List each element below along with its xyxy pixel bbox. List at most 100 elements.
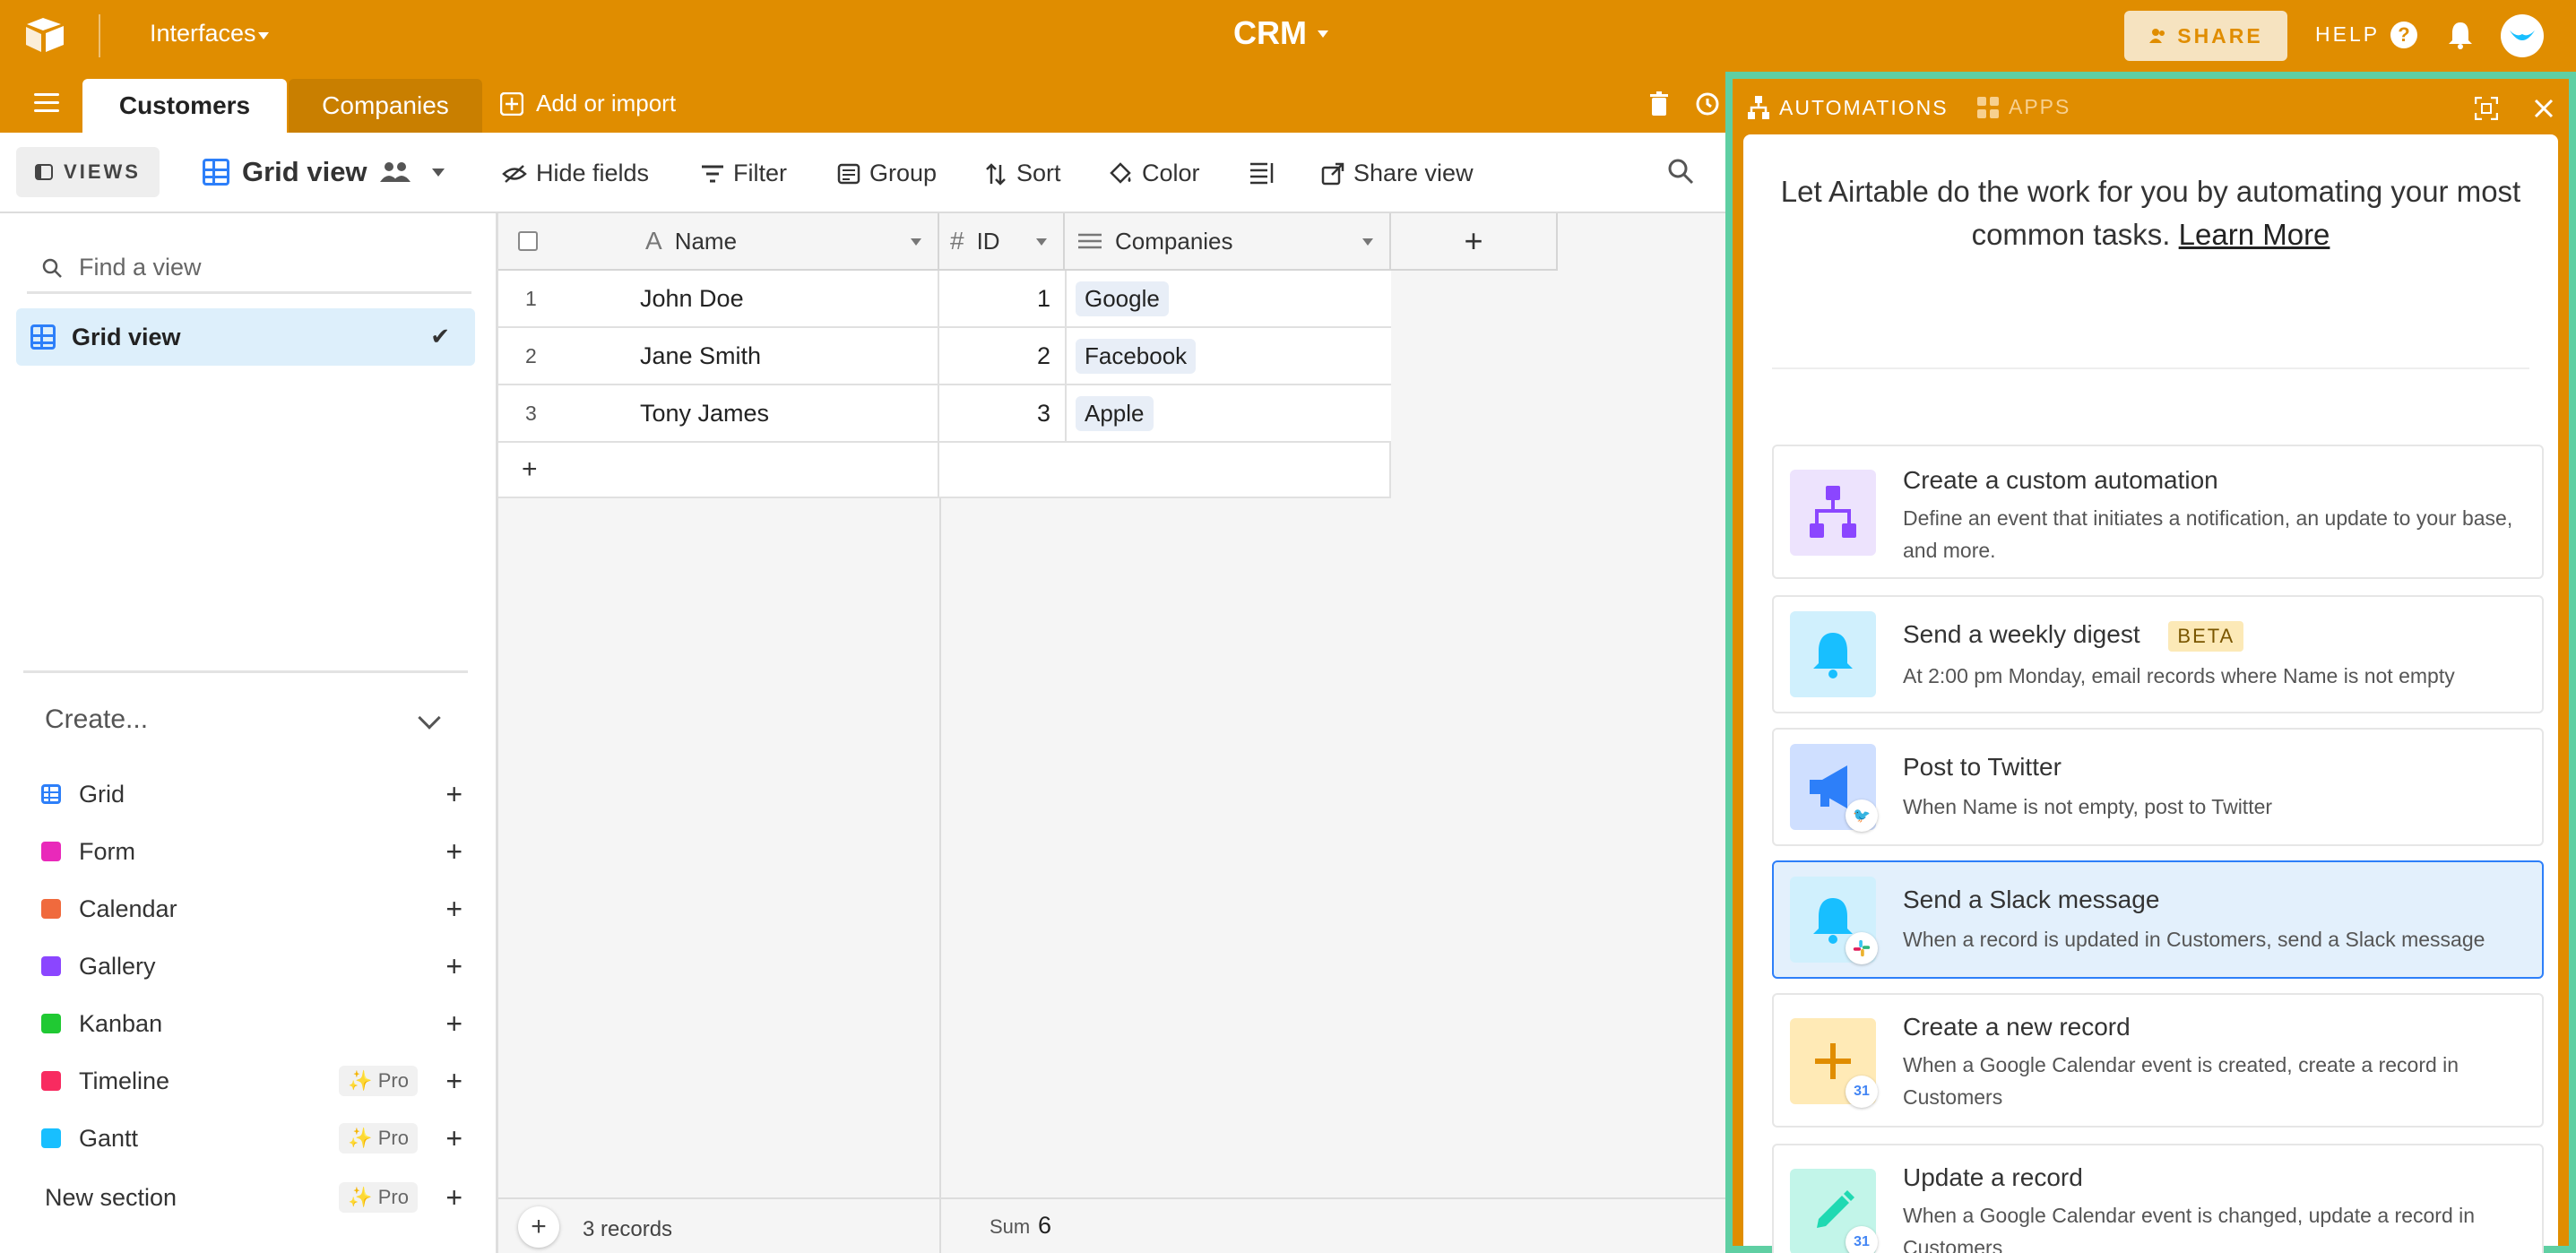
create-timeline-item[interactable]: Timeline ✨ Pro + xyxy=(41,1063,462,1099)
sort-icon xyxy=(986,162,1006,186)
caret-down-icon[interactable] xyxy=(1036,238,1047,246)
sort-button[interactable]: Sort xyxy=(984,160,1061,187)
create-item-label: Form xyxy=(79,837,135,865)
hide-fields-button[interactable]: Hide fields xyxy=(502,160,649,187)
column-header-companies[interactable]: Companies xyxy=(1065,213,1391,271)
gantt-icon xyxy=(41,1128,61,1148)
summary-label[interactable]: Sum xyxy=(990,1215,1030,1239)
cell-name[interactable]: Tony James xyxy=(640,400,769,428)
add-field-button[interactable]: + xyxy=(1391,213,1558,271)
pro-badge: ✨ Pro xyxy=(339,1123,418,1154)
cell-id[interactable]: 3 xyxy=(939,385,1065,443)
current-view-selector[interactable]: Grid view xyxy=(203,156,445,188)
views-toggle-button[interactable]: VIEWS xyxy=(16,147,160,197)
tab-apps[interactable]: APPS xyxy=(1976,95,2070,119)
add-icon[interactable]: + xyxy=(445,1065,462,1098)
airtable-logo[interactable] xyxy=(23,16,66,56)
automation-card-update-record[interactable]: 31 Update a record When a Google Calenda… xyxy=(1772,1144,2544,1253)
add-icon[interactable]: + xyxy=(445,1007,462,1041)
create-gallery-item[interactable]: Gallery + xyxy=(41,948,462,984)
caret-down-icon[interactable] xyxy=(1362,238,1373,246)
add-icon[interactable]: + xyxy=(445,835,462,868)
learn-more-link[interactable]: Learn More xyxy=(2179,218,2330,251)
automation-card-twitter[interactable]: 🐦 Post to Twitter When Name is not empty… xyxy=(1772,728,2544,846)
column-header-id[interactable]: # ID xyxy=(939,213,1065,271)
hide-fields-icon xyxy=(502,164,527,183)
tab-automations[interactable]: AUTOMATIONS xyxy=(1747,95,1949,120)
caret-down-icon[interactable] xyxy=(258,32,269,39)
row-height-icon[interactable] xyxy=(1249,161,1275,185)
cell-id[interactable]: 1 xyxy=(939,271,1065,328)
automation-card-weekly-digest[interactable]: Send a weekly digest BETA At 2:00 pm Mon… xyxy=(1772,595,2544,713)
grid-view-icon xyxy=(30,324,56,350)
create-calendar-item[interactable]: Calendar + xyxy=(41,891,462,927)
share-view-button[interactable]: Share view xyxy=(1321,160,1474,187)
trash-icon[interactable] xyxy=(1649,91,1669,117)
cell-name[interactable]: John Doe xyxy=(640,285,744,313)
grid-view-icon xyxy=(203,159,229,186)
history-icon[interactable] xyxy=(1694,91,1719,117)
group-button[interactable]: Group xyxy=(837,160,937,187)
notifications-bell-icon[interactable] xyxy=(2447,20,2474,50)
help-link[interactable]: HELP xyxy=(2315,22,2380,47)
expand-icon[interactable] xyxy=(2475,97,2498,120)
add-record-row-fill[interactable] xyxy=(939,443,1391,498)
add-icon[interactable]: + xyxy=(445,893,462,926)
menu-icon[interactable] xyxy=(34,93,59,113)
create-kanban-item[interactable]: Kanban + xyxy=(41,1006,462,1041)
search-icon[interactable] xyxy=(1667,158,1694,185)
create-gantt-item[interactable]: Gantt ✨ Pro + xyxy=(41,1120,462,1156)
caret-down-icon[interactable] xyxy=(911,238,921,246)
bird-icon xyxy=(2510,30,2535,40)
cell-companies[interactable]: Apple xyxy=(1065,385,1391,443)
automation-card-create-record[interactable]: 31 Create a new record When a Google Cal… xyxy=(1772,993,2544,1128)
cell-companies[interactable]: Google xyxy=(1065,271,1391,328)
sidebar-item-grid-view[interactable]: Grid view ✔ xyxy=(16,308,475,366)
color-button[interactable]: Color xyxy=(1108,160,1200,187)
close-icon[interactable] xyxy=(2534,99,2554,118)
help-icon[interactable]: ? xyxy=(2390,22,2417,48)
add-record-row[interactable]: + xyxy=(498,443,939,498)
interfaces-link[interactable]: Interfaces xyxy=(150,20,256,48)
add-icon[interactable]: + xyxy=(445,950,462,983)
bell-icon xyxy=(1790,611,1876,697)
add-or-import-button[interactable]: Add or import xyxy=(500,90,676,117)
user-avatar[interactable] xyxy=(2501,14,2544,57)
automations-intro: Let Airtable do the work for you by auto… xyxy=(1779,170,2522,256)
add-icon[interactable]: + xyxy=(445,778,462,811)
top-bar: Interfaces CRM SHARE HELP ? xyxy=(0,0,2576,72)
caret-down-icon[interactable] xyxy=(1318,30,1328,38)
table-row[interactable]: 2 Jane Smith xyxy=(498,328,939,385)
automation-card-slack[interactable]: Send a Slack message When a record is up… xyxy=(1772,860,2544,979)
cell-id[interactable]: 2 xyxy=(939,328,1065,385)
add-record-button[interactable]: + xyxy=(518,1206,559,1248)
cell-companies[interactable]: Facebook xyxy=(1065,328,1391,385)
share-button[interactable]: SHARE xyxy=(2124,11,2287,61)
create-grid-item[interactable]: Grid + xyxy=(41,776,462,812)
grid-icon xyxy=(41,784,61,804)
add-icon[interactable]: + xyxy=(445,1122,462,1155)
create-form-item[interactable]: Form + xyxy=(41,834,462,869)
cell-name[interactable]: Jane Smith xyxy=(640,342,761,370)
table-row[interactable]: 3 Tony James xyxy=(498,385,939,443)
base-title[interactable]: CRM xyxy=(1233,14,1307,52)
tab-companies[interactable]: Companies xyxy=(289,79,482,133)
linked-record-pill[interactable]: Facebook xyxy=(1076,338,1197,374)
filter-button[interactable]: Filter xyxy=(701,160,787,187)
gallery-icon xyxy=(41,956,61,976)
column-header-name[interactable]: A Name xyxy=(498,213,939,271)
add-icon: + xyxy=(522,454,538,484)
create-section-header[interactable]: Create... xyxy=(45,704,148,735)
linked-record-pill[interactable]: Google xyxy=(1076,281,1169,316)
find-view-input[interactable]: Find a view xyxy=(27,244,471,294)
card-description: Define an event that initiates a notific… xyxy=(1903,506,2513,562)
automation-card-custom[interactable]: Create a custom automation Define an eve… xyxy=(1772,445,2544,579)
new-section-item[interactable]: New section ✨ Pro + xyxy=(45,1180,462,1215)
linked-record-pill[interactable]: Apple xyxy=(1076,395,1154,431)
add-icon[interactable]: + xyxy=(445,1181,462,1214)
current-view-name: Grid view xyxy=(242,156,367,187)
add-or-import-label: Add or import xyxy=(536,90,677,117)
select-all-checkbox[interactable] xyxy=(518,231,538,251)
tab-customers[interactable]: Customers xyxy=(82,79,287,133)
table-row[interactable]: 1 John Doe xyxy=(498,271,939,328)
